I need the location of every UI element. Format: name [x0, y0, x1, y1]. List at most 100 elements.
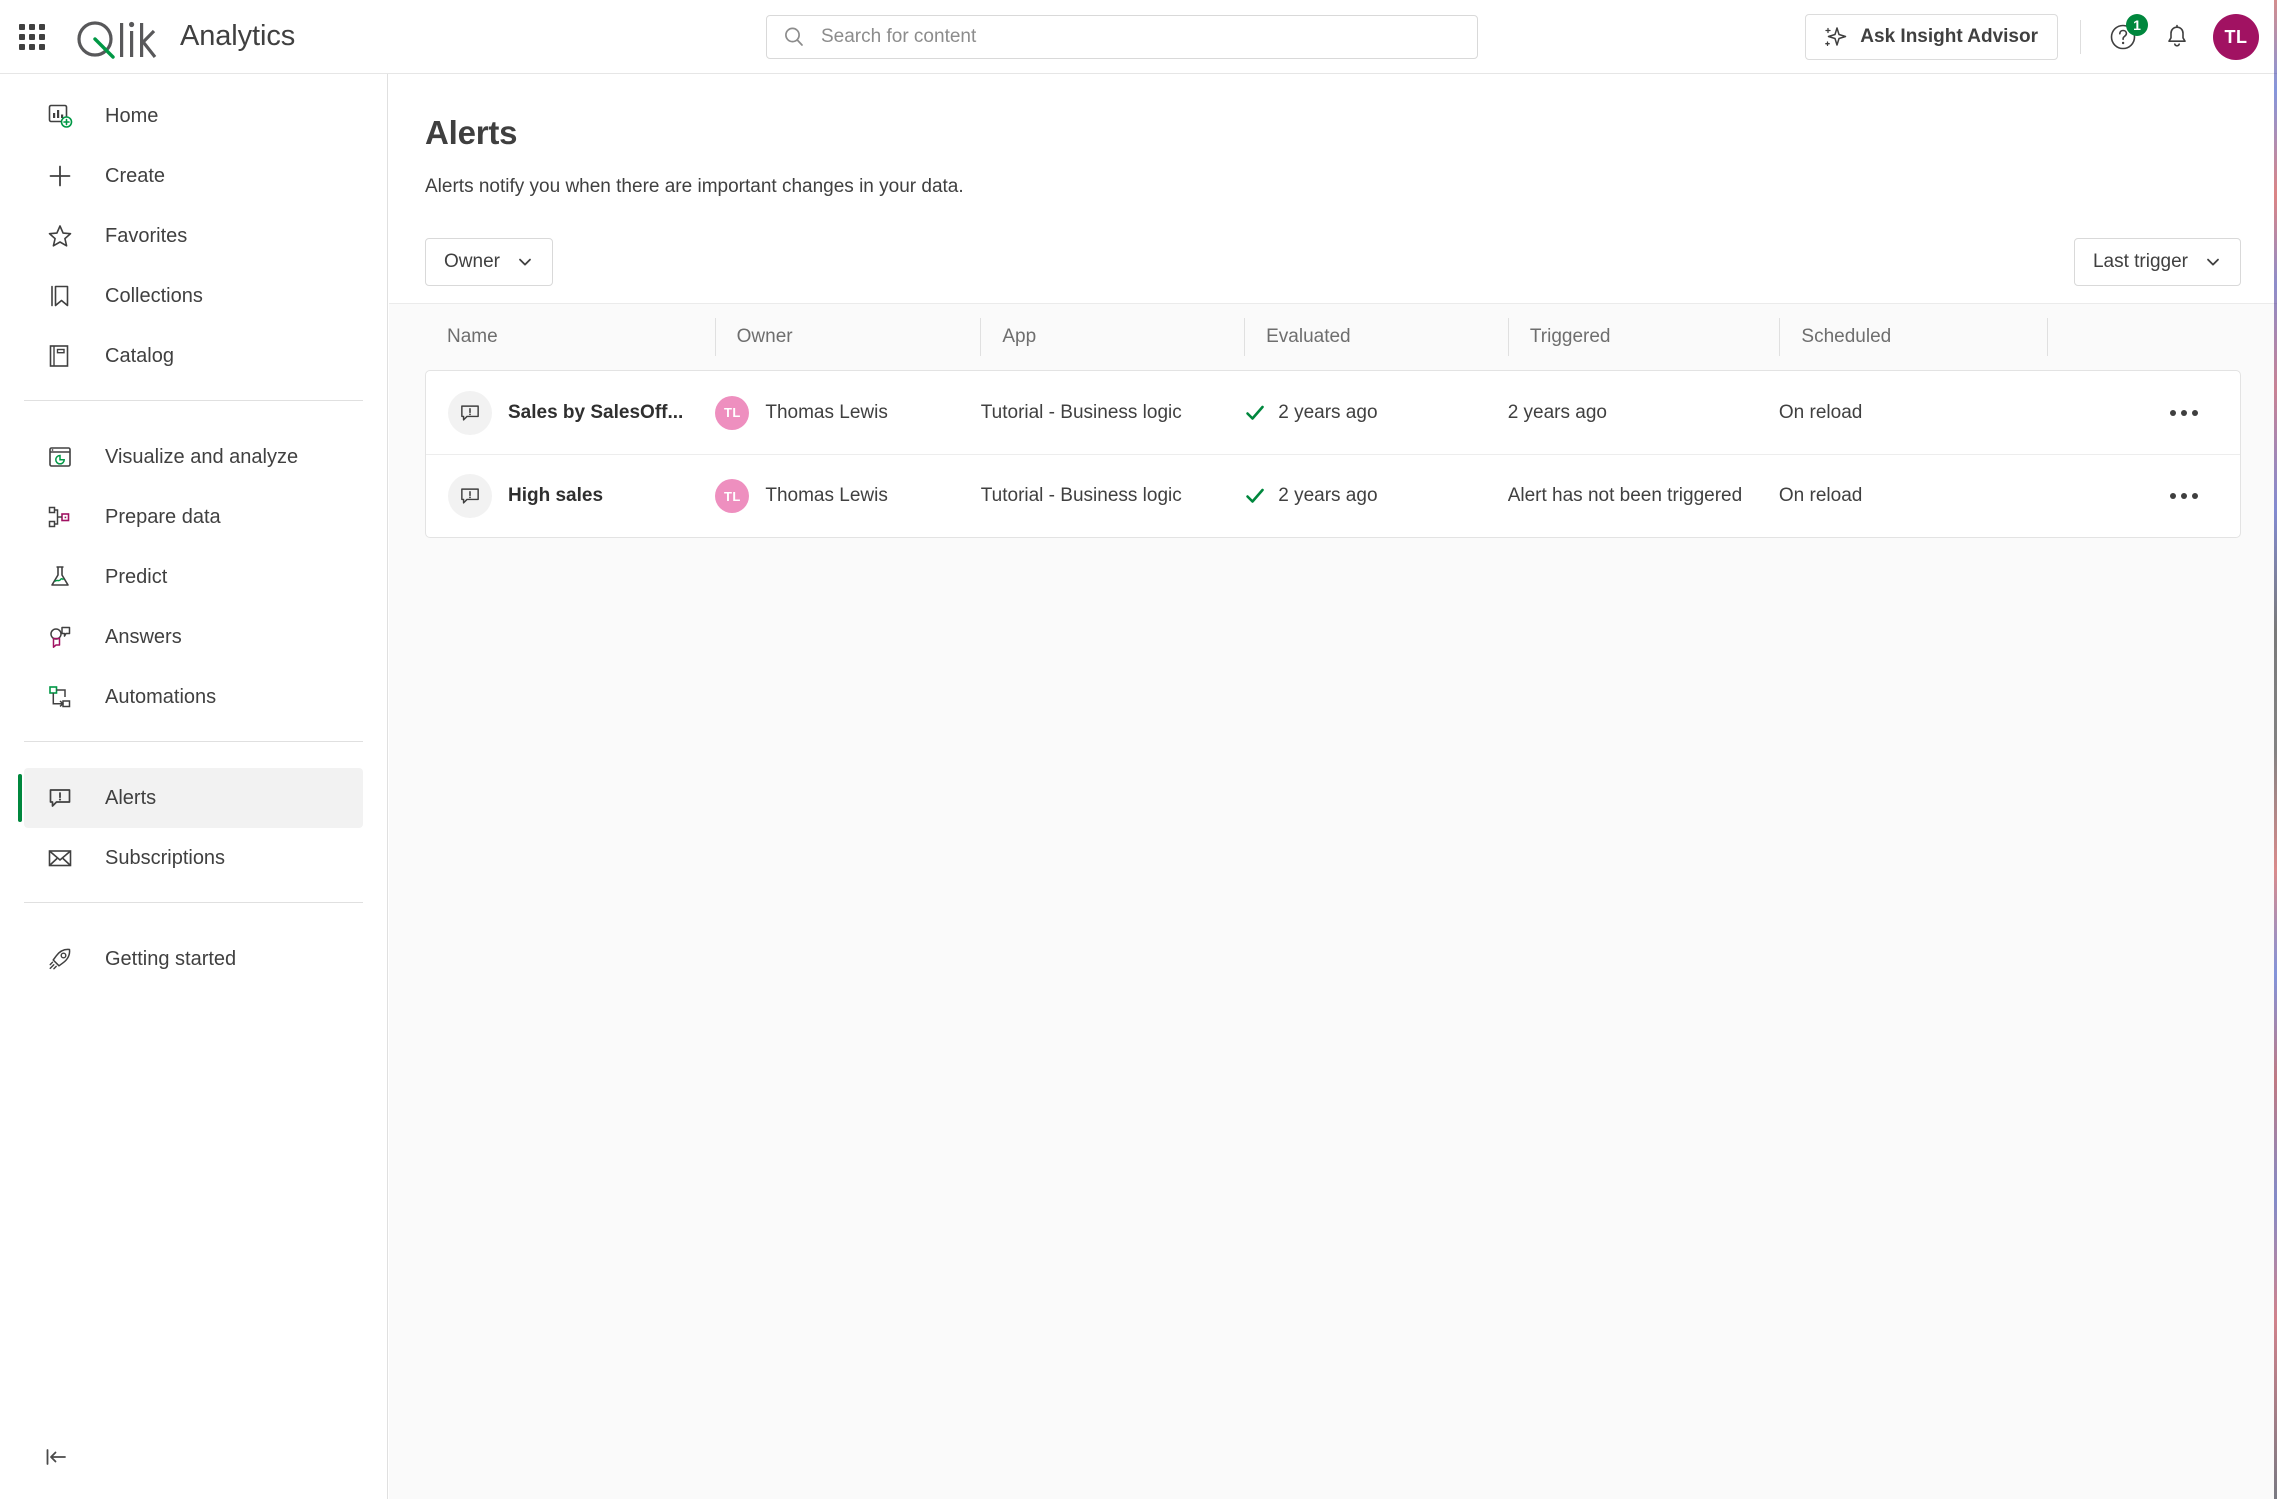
sidebar-item-prepare-data[interactable]: Prepare data	[24, 487, 363, 547]
column-header-label: Owner	[736, 326, 793, 347]
cell-evaluated: 2 years ago	[1244, 371, 1507, 454]
avatar-initials: TL	[724, 405, 741, 420]
page-title: Alerts	[425, 114, 518, 151]
sidebar-item-label: Automations	[105, 685, 217, 708]
column-header-label: Scheduled	[1801, 326, 1892, 347]
column-header-actions	[2047, 304, 2241, 370]
sidebar-nav-primary: Home Create Favorites Collections Catalo…	[0, 74, 387, 386]
search-box[interactable]	[766, 15, 1478, 59]
collapse-sidebar-button[interactable]	[36, 1437, 76, 1477]
alerts-table: Name Owner App Evaluated Triggered Sched…	[389, 304, 2277, 538]
sidebar-item-subscriptions[interactable]: Subscriptions	[24, 828, 363, 888]
column-header-label: Triggered	[1529, 326, 1611, 347]
notifications-button[interactable]	[2157, 17, 2197, 57]
cell-scheduled: On reload	[1779, 455, 2046, 538]
owner-filter-label: Owner	[444, 251, 500, 272]
sidebar-item-label: Catalog	[105, 344, 174, 367]
cell-app: Tutorial - Business logic	[981, 371, 1244, 454]
sidebar: Home Create Favorites Collections Catalo…	[0, 74, 388, 1499]
alert-bubble-icon	[448, 474, 492, 518]
collapse-left-icon	[46, 1449, 66, 1465]
sidebar-nav-secondary: Visualize and analyze Prepare data Predi…	[0, 415, 387, 727]
sidebar-item-visualize-and-analyze[interactable]: Visualize and analyze	[24, 427, 363, 487]
sidebar-item-label: Predict	[105, 565, 168, 588]
chart-window-icon	[46, 443, 80, 471]
check-icon	[1244, 485, 1266, 507]
cell-owner: TL Thomas Lewis	[715, 455, 980, 538]
help-button[interactable]: 1	[2103, 14, 2148, 57]
page-description: Alerts notify you when there are importa…	[425, 176, 964, 197]
table-row[interactable]: Sales by SalesOff... TL Thomas Lewis Tut…	[426, 371, 2240, 454]
column-header-app[interactable]: App	[980, 304, 1244, 370]
sidebar-nav-notify: Alerts Subscriptions	[0, 756, 387, 888]
cell-scheduled: On reload	[1779, 371, 2046, 454]
app-launcher-icon[interactable]	[17, 22, 47, 52]
top-bar: Analytics Ask Insight Advisor	[0, 0, 2277, 74]
sidebar-item-label: Answers	[105, 625, 182, 648]
plus-icon	[46, 162, 80, 190]
help-notification-badge: 1	[2126, 14, 2148, 36]
brand-logo[interactable]: Analytics	[73, 15, 295, 59]
sidebar-item-label: Visualize and analyze	[105, 445, 299, 468]
sidebar-item-favorites[interactable]: Favorites	[24, 206, 363, 266]
ask-insight-advisor-button[interactable]: Ask Insight Advisor	[1805, 14, 2058, 60]
filter-bar: Owner Last trigger	[425, 238, 2241, 286]
column-header-evaluated[interactable]: Evaluated	[1244, 304, 1508, 370]
cell-app: Tutorial - Business logic	[981, 455, 1244, 538]
sidebar-item-create[interactable]: Create	[24, 146, 363, 206]
row-more-options-icon[interactable]	[2162, 391, 2206, 435]
table-row[interactable]: High sales TL Thomas Lewis Tutorial - Bu…	[426, 454, 2240, 537]
cell-actions	[2046, 371, 2240, 454]
sidebar-item-automations[interactable]: Automations	[24, 667, 363, 727]
triggered-text: 2 years ago	[1507, 401, 1607, 423]
cell-name: Sales by SalesOff...	[448, 371, 715, 454]
cell-triggered: Alert has not been triggered	[1508, 455, 1779, 538]
flask-icon	[46, 563, 80, 591]
brand-title: Analytics	[180, 20, 296, 52]
sidebar-item-answers[interactable]: Answers	[24, 607, 363, 667]
check-icon	[1244, 402, 1266, 424]
avatar: TL	[715, 395, 750, 430]
sidebar-item-getting-started[interactable]: Getting started	[24, 929, 363, 989]
chevron-down-icon	[516, 253, 534, 271]
evaluated-text: 2 years ago	[1278, 401, 1378, 423]
data-nodes-icon	[46, 503, 80, 531]
search-container	[766, 15, 1478, 59]
bell-icon	[2168, 24, 2186, 47]
row-more-options-icon[interactable]	[2162, 474, 2206, 518]
search-input[interactable]	[821, 26, 1421, 48]
star-icon	[46, 222, 80, 250]
sidebar-item-home[interactable]: Home	[24, 86, 363, 146]
alert-name[interactable]: Sales by SalesOff...	[508, 402, 683, 424]
toolbar-divider	[2080, 20, 2081, 54]
avatar-initials: TL	[724, 488, 741, 504]
alert-bubble-icon	[448, 390, 492, 435]
owner-filter-dropdown[interactable]: Owner	[425, 238, 553, 286]
sidebar-item-label: Collections	[105, 284, 203, 307]
sidebar-item-predict[interactable]: Predict	[24, 547, 363, 607]
chat-answers-icon	[46, 623, 80, 651]
sidebar-divider-3	[24, 902, 363, 903]
column-header-scheduled[interactable]: Scheduled	[1779, 304, 2047, 370]
sidebar-item-alerts[interactable]: Alerts	[18, 768, 363, 828]
table-body: Sales by SalesOff... TL Thomas Lewis Tut…	[425, 370, 2241, 538]
sidebar-item-label: Alerts	[105, 786, 157, 809]
alert-bubble-icon	[46, 784, 80, 812]
sidebar-divider-1	[24, 400, 363, 401]
column-header-name[interactable]: Name	[447, 304, 715, 370]
sidebar-item-catalog[interactable]: Catalog	[24, 326, 363, 386]
sidebar-item-collections[interactable]: Collections	[24, 266, 363, 326]
app-name: Tutorial - Business logic	[980, 401, 1182, 423]
cell-owner: TL Thomas Lewis	[715, 371, 980, 454]
main-content: Alerts Alerts notify you when there are …	[389, 74, 2277, 1499]
sort-dropdown[interactable]: Last trigger	[2073, 238, 2241, 286]
user-avatar[interactable]: TL	[2213, 14, 2259, 60]
user-avatar-initials: TL	[2224, 26, 2248, 47]
sidebar-item-label: Getting started	[105, 947, 237, 970]
sidebar-item-label: Favorites	[105, 224, 188, 247]
cell-actions	[2046, 455, 2240, 538]
sort-label: Last trigger	[2092, 251, 2188, 272]
column-header-triggered[interactable]: Triggered	[1507, 304, 1780, 370]
alert-name[interactable]: High sales	[508, 485, 603, 507]
column-header-owner[interactable]: Owner	[714, 304, 981, 370]
